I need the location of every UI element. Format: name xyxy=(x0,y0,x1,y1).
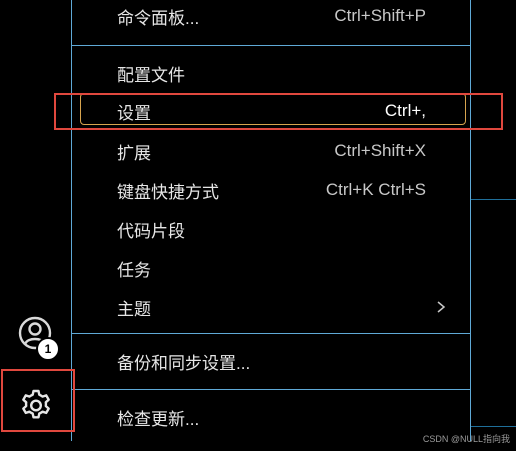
menu-separator xyxy=(72,333,470,334)
menu-item-label: 任务 xyxy=(117,260,151,280)
menu-item-themes[interactable]: 主题 xyxy=(72,291,470,323)
menu-item-check-updates[interactable]: 检查更新... xyxy=(72,401,470,433)
editor-border-line xyxy=(471,426,516,427)
settings-highlight-box xyxy=(54,93,503,130)
account-badge: 1 xyxy=(36,337,60,361)
menu-item-profiles[interactable]: 配置文件 xyxy=(72,57,470,89)
menu-item-command-palette[interactable]: 命令面板... Ctrl+Shift+P xyxy=(72,0,470,32)
menu-item-shortcut: Ctrl+K Ctrl+S xyxy=(325,180,426,199)
menu-item-label: 检查更新... xyxy=(117,409,200,429)
menu-separator xyxy=(72,389,470,390)
menu-item-label: 命令面板... xyxy=(117,8,200,28)
chevron-right-icon xyxy=(437,301,446,313)
menu-item-label: 扩展 xyxy=(117,143,151,163)
manage-menu: 命令面板... Ctrl+Shift+P 配置文件 设置 Ctrl+, 扩展 C… xyxy=(71,0,471,441)
watermark: CSDN @NULL指向我 xyxy=(422,434,510,444)
menu-item-shortcut: Ctrl+Shift+X xyxy=(334,141,426,160)
menu-item-extensions[interactable]: 扩展 Ctrl+Shift+X xyxy=(72,135,470,167)
menu-item-keyboard-shortcuts[interactable]: 键盘快捷方式 Ctrl+K Ctrl+S xyxy=(72,174,470,206)
menu-item-label: 备份和同步设置... xyxy=(117,353,251,373)
editor-border-line xyxy=(471,199,516,200)
menu-item-tasks[interactable]: 任务 xyxy=(72,252,470,284)
menu-item-label: 主题 xyxy=(117,299,151,319)
menu-item-label: 代码片段 xyxy=(117,221,185,241)
gear-highlight-box xyxy=(1,369,75,432)
menu-item-shortcut: Ctrl+Shift+P xyxy=(334,6,426,25)
menu-item-settings-sync[interactable]: 备份和同步设置... xyxy=(72,345,470,377)
menu-item-label: 键盘快捷方式 xyxy=(117,182,219,202)
menu-item-snippets[interactable]: 代码片段 xyxy=(72,213,470,245)
menu-separator xyxy=(72,45,470,46)
menu-item-label: 配置文件 xyxy=(117,65,185,85)
